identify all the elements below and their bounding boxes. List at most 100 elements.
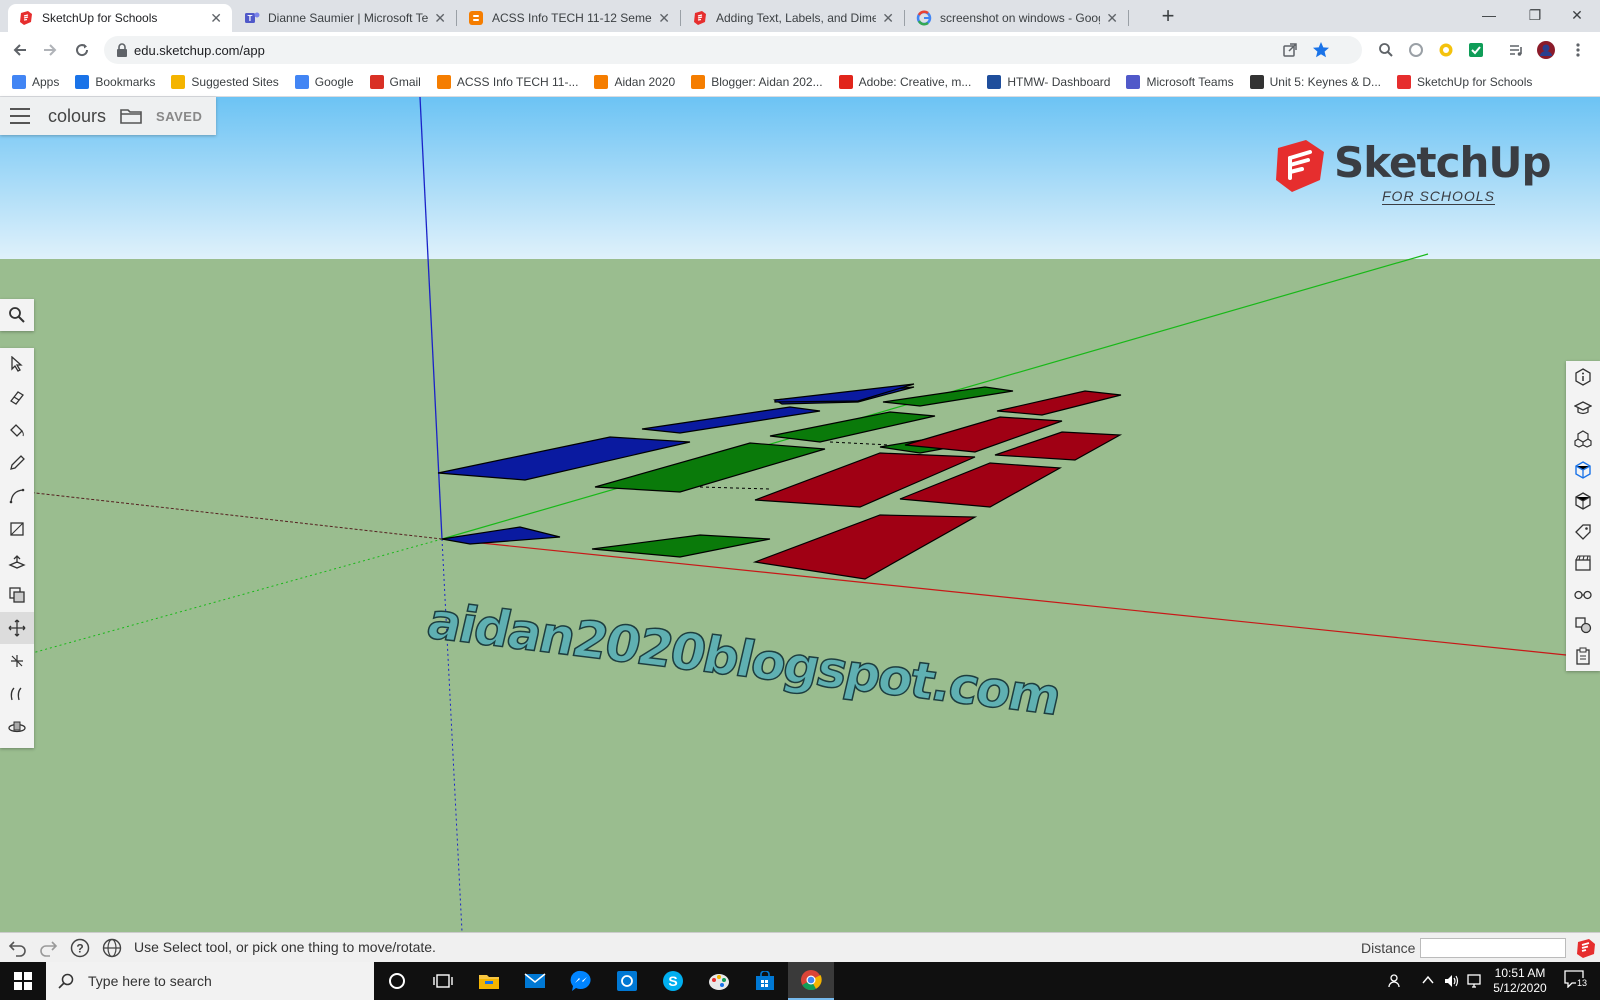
paint-bucket-button[interactable]	[0, 414, 34, 446]
bookmark-item[interactable]: Google	[294, 74, 354, 89]
solid-tools-button[interactable]	[1566, 609, 1600, 641]
minimize-button[interactable]: —	[1466, 0, 1512, 30]
scenes-button[interactable]	[1566, 547, 1600, 579]
extension-yellow-icon[interactable]	[1436, 40, 1456, 60]
bookmark-item[interactable]: HTMW- Dashboard	[987, 74, 1110, 89]
system-clock[interactable]: 10:51 AM 5/12/2020	[1480, 966, 1560, 996]
volume-icon[interactable]	[1444, 973, 1460, 989]
rotate-tool-button[interactable]	[0, 645, 34, 677]
profile-avatar[interactable]	[1536, 40, 1556, 60]
entity-info-button[interactable]	[1566, 361, 1600, 393]
green-tile[interactable]	[769, 411, 936, 443]
bookmark-item[interactable]: Blogger: Aidan 202...	[691, 74, 823, 89]
task-view-button[interactable]	[420, 962, 466, 1000]
materials-button[interactable]	[1566, 454, 1600, 486]
tape-measure-button[interactable]	[0, 678, 34, 710]
clock-date: 5/12/2020	[1493, 981, 1547, 995]
bookmark-item[interactable]: Bookmarks	[75, 74, 155, 89]
components-button[interactable]	[1566, 423, 1600, 455]
restore-button[interactable]: ❐	[1512, 0, 1558, 30]
tab-google-search[interactable]: screenshot on windows - Google ✕	[906, 4, 1128, 32]
mail-button[interactable]	[512, 962, 558, 1000]
blue-tile[interactable]	[441, 526, 561, 545]
new-tab-button[interactable]: +	[1156, 3, 1180, 28]
cortana-button[interactable]	[374, 962, 420, 1000]
eraser-tool-button[interactable]	[0, 381, 34, 413]
green-tile[interactable]	[591, 534, 771, 558]
red-tile[interactable]	[752, 514, 978, 580]
tab-adding-text-labels[interactable]: Adding Text, Labels, and Dimensi ✕	[682, 4, 904, 32]
file-name[interactable]: colours	[48, 106, 106, 127]
rectangle-tool-button[interactable]	[0, 513, 34, 545]
people-icon[interactable]	[1388, 973, 1404, 989]
paint-app-button[interactable]	[696, 962, 742, 1000]
media-control-icon[interactable]	[1506, 40, 1526, 60]
bookmark-item[interactable]: SketchUp for Schools	[1397, 74, 1532, 89]
bookmark-star-icon[interactable]	[1312, 41, 1330, 59]
close-tab-icon[interactable]: ✕	[434, 10, 446, 27]
chrome-menu-icon[interactable]	[1568, 40, 1588, 60]
skype-button[interactable]: S	[650, 962, 696, 1000]
close-tab-icon[interactable]: ✕	[882, 10, 894, 27]
offset-tool-button[interactable]	[0, 579, 34, 611]
bookmark-item[interactable]: ACSS Info TECH 11-...	[436, 74, 578, 89]
close-tab-icon[interactable]: ✕	[1106, 10, 1118, 27]
file-explorer-button[interactable]	[466, 962, 512, 1000]
bookmark-item[interactable]: Adobe: Creative, m...	[838, 74, 971, 89]
orbit-tool-button[interactable]	[0, 711, 34, 743]
open-in-app-icon[interactable]	[1282, 42, 1298, 58]
chevron-up-icon[interactable]	[1422, 975, 1434, 985]
search-button[interactable]	[0, 299, 34, 331]
extension-gray-icon[interactable]	[1406, 40, 1426, 60]
move-tool-button[interactable]	[0, 612, 34, 644]
folder-icon[interactable]	[120, 107, 142, 125]
distance-field[interactable]	[1420, 938, 1566, 958]
blue-tile[interactable]	[641, 406, 821, 434]
distance-label: Distance	[1361, 940, 1416, 956]
instructor-button[interactable]	[1566, 392, 1600, 424]
push-pull-button[interactable]	[0, 546, 34, 578]
bookmark-item[interactable]: Gmail	[369, 74, 421, 89]
redo-icon[interactable]	[38, 939, 58, 957]
bookmark-item[interactable]: Apps	[12, 74, 59, 89]
reload-button[interactable]	[70, 38, 94, 62]
select-tool-button[interactable]	[0, 348, 34, 380]
taskbar-search-box[interactable]: Type here to search	[46, 962, 374, 1000]
extension-check-icon[interactable]	[1466, 40, 1486, 60]
3d-viewport[interactable]: aidan2020blogspot.com	[0, 97, 1600, 932]
outliner-button[interactable]	[1566, 640, 1600, 672]
action-center-button[interactable]: 13	[1562, 968, 1592, 994]
clock-time: 10:51 AM	[1494, 966, 1546, 980]
undo-icon[interactable]	[8, 939, 28, 957]
start-button[interactable]	[0, 962, 46, 1000]
screen-capture-button[interactable]	[604, 962, 650, 1000]
close-tab-icon[interactable]: ✕	[658, 10, 670, 27]
display-button[interactable]	[1566, 578, 1600, 610]
help-icon[interactable]: ?	[70, 938, 90, 958]
tab-acss-info-tech[interactable]: ACSS Info TECH 11-12 Semester ✕	[458, 4, 680, 32]
close-tab-icon[interactable]: ✕	[210, 10, 222, 27]
zoom-icon[interactable]	[1376, 40, 1396, 60]
model-canvas[interactable]	[0, 97, 1600, 932]
styles-button[interactable]	[1566, 485, 1600, 517]
store-button[interactable]	[742, 962, 788, 1000]
address-bar[interactable]: edu.sketchup.com/app	[104, 36, 1362, 64]
chrome-button[interactable]	[788, 962, 834, 1000]
red-tile[interactable]	[996, 390, 1122, 416]
close-window-button[interactable]: ✕	[1554, 0, 1600, 30]
hamburger-menu-icon[interactable]	[10, 108, 30, 124]
bookmark-item[interactable]: Microsoft Teams	[1126, 74, 1234, 89]
back-button[interactable]	[8, 38, 32, 62]
messenger-button[interactable]	[558, 962, 604, 1000]
line-tool-button[interactable]	[0, 447, 34, 479]
bookmark-item[interactable]: Unit 5: Keynes & D...	[1249, 74, 1381, 89]
bookmark-item[interactable]: Aidan 2020	[594, 74, 675, 89]
tags-button[interactable]	[1566, 516, 1600, 548]
globe-icon[interactable]	[102, 938, 122, 958]
bookmark-item[interactable]: Suggested Sites	[171, 74, 279, 89]
forward-button[interactable]	[38, 38, 62, 62]
arc-tool-button[interactable]	[0, 480, 34, 512]
tab-teams[interactable]: T Dianne Saumier | Microsoft Team ✕	[234, 4, 456, 32]
sketchup-badge-icon[interactable]	[1575, 937, 1597, 959]
tab-sketchup-for-schools[interactable]: SketchUp for Schools ✕	[8, 4, 232, 32]
